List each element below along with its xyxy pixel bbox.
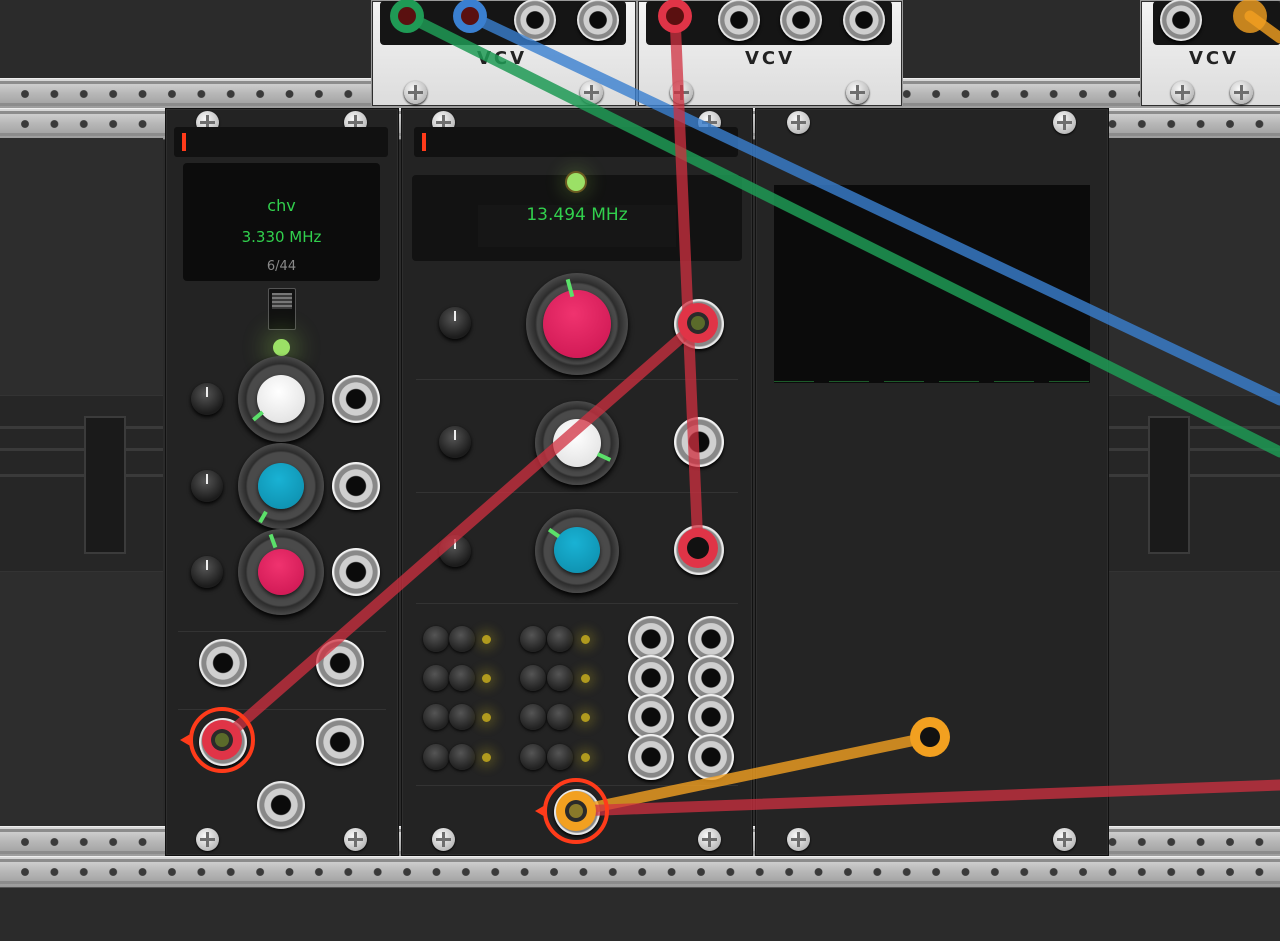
jack-output[interactable]	[332, 548, 380, 596]
screw-icon	[196, 828, 219, 851]
module-middle[interactable]: 13.494 MHz	[401, 108, 753, 856]
background-connector-left	[0, 395, 163, 572]
step-button[interactable]	[547, 744, 573, 770]
screw-icon	[1053, 828, 1076, 851]
brand-label: VCV	[745, 48, 796, 69]
jack-output[interactable]	[688, 734, 734, 780]
step-button[interactable]	[520, 744, 546, 770]
jack-output[interactable]	[1160, 0, 1202, 41]
step-button[interactable]	[520, 665, 546, 691]
divider	[178, 631, 386, 632]
background-connector-right	[1108, 395, 1280, 572]
brand-label: VCV	[1189, 48, 1240, 69]
step-button[interactable]	[449, 704, 475, 730]
screw-icon	[846, 81, 869, 104]
led-icon	[581, 674, 590, 683]
status-led-icon	[182, 133, 186, 151]
jack-input[interactable]	[257, 781, 305, 829]
white-knob[interactable]	[257, 375, 305, 423]
jack-input-patched[interactable]	[199, 718, 247, 766]
step-button[interactable]	[423, 665, 449, 691]
screw-icon	[344, 828, 367, 851]
jack-output[interactable]	[843, 0, 885, 41]
toggle-switch[interactable]	[268, 288, 296, 330]
step-button[interactable]	[423, 744, 449, 770]
screw-icon	[1171, 81, 1194, 104]
divider	[178, 709, 386, 710]
screw-icon	[404, 81, 427, 104]
screw-icon	[787, 828, 810, 851]
jack-input-patched[interactable]	[554, 789, 600, 835]
top-module-2[interactable]: VCV	[637, 0, 903, 107]
screw-icon	[1230, 81, 1253, 104]
button-grid	[402, 109, 752, 855]
led-icon	[581, 635, 590, 644]
jack-output[interactable]	[577, 0, 619, 41]
screw-icon	[787, 111, 810, 134]
led-icon	[482, 674, 491, 683]
led-icon	[482, 713, 491, 722]
jack-output[interactable]	[628, 734, 674, 780]
module-label-bar	[174, 127, 388, 157]
rack-rail-bottom-lower	[0, 856, 1280, 888]
led-icon	[273, 339, 290, 356]
pink-knob[interactable]	[258, 549, 304, 595]
module-right[interactable]	[755, 108, 1109, 856]
attenuator-knob[interactable]	[191, 383, 223, 415]
scope-trace	[774, 381, 1090, 382]
step-button[interactable]	[449, 744, 475, 770]
top-module-3[interactable]: VCV	[1140, 0, 1280, 107]
step-button[interactable]	[520, 704, 546, 730]
jack-output[interactable]	[316, 639, 364, 687]
teal-knob[interactable]	[258, 463, 304, 509]
step-button[interactable]	[547, 704, 573, 730]
jack-output[interactable]	[316, 718, 364, 766]
led-icon	[581, 753, 590, 762]
step-button[interactable]	[449, 626, 475, 652]
step-button[interactable]	[449, 665, 475, 691]
jack-output[interactable]	[332, 462, 380, 510]
scope-display	[774, 185, 1090, 383]
screw-icon	[1053, 111, 1076, 134]
led-icon	[581, 713, 590, 722]
jack-output[interactable]	[332, 375, 380, 423]
display-screen: chv 3.330 MHz 6/44	[183, 163, 380, 281]
led-icon	[482, 635, 491, 644]
step-button[interactable]	[520, 626, 546, 652]
step-button[interactable]	[547, 626, 573, 652]
display-name: chv	[267, 196, 296, 215]
jack-output[interactable]	[780, 0, 822, 41]
step-button[interactable]	[423, 626, 449, 652]
top-module-1[interactable]: VCV	[371, 0, 637, 107]
module-left[interactable]: chv 3.330 MHz 6/44	[165, 108, 399, 856]
step-button[interactable]	[423, 704, 449, 730]
jack-output[interactable]	[718, 0, 760, 41]
jack-input[interactable]	[199, 639, 247, 687]
led-icon	[482, 753, 491, 762]
screw-icon	[580, 81, 603, 104]
attenuator-knob[interactable]	[191, 470, 223, 502]
screw-icon	[670, 81, 693, 104]
attenuator-knob[interactable]	[191, 556, 223, 588]
divider	[416, 785, 738, 786]
jack-output[interactable]	[514, 0, 556, 41]
brand-label: VCV	[477, 48, 528, 69]
display-frequency: 3.330 MHz	[241, 228, 322, 246]
display-index: 6/44	[266, 259, 297, 274]
step-button[interactable]	[547, 665, 573, 691]
